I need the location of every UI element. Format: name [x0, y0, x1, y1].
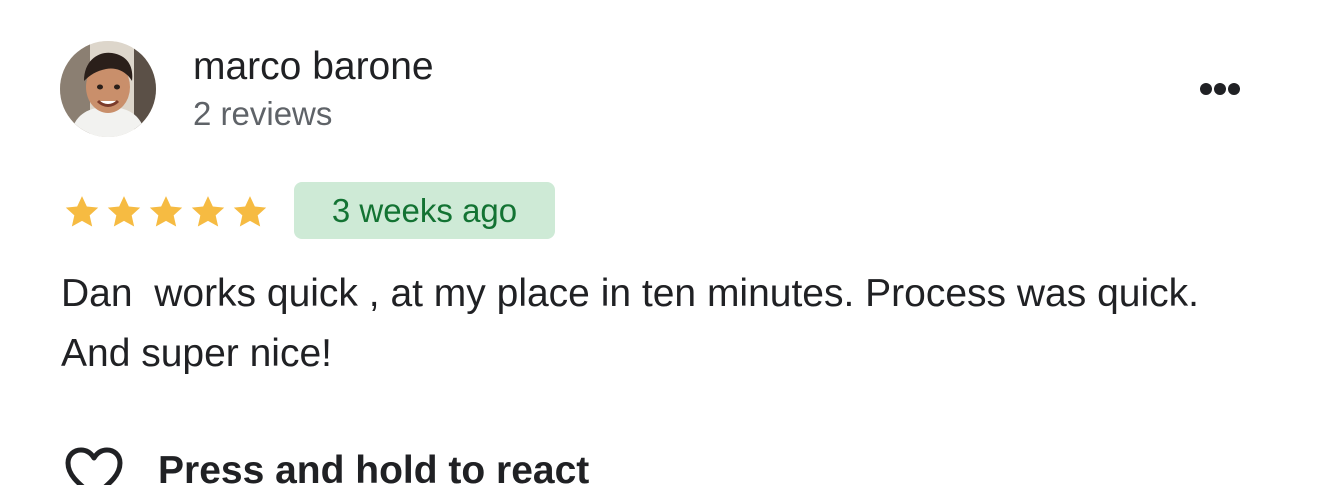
star-icon	[149, 196, 183, 227]
star-icon	[65, 196, 99, 227]
review-text: Dan works quick , at my place in ten min…	[61, 272, 1208, 375]
review-age-badge: 3 weeks ago	[294, 182, 555, 239]
reviewer-name[interactable]: marco barone	[193, 44, 434, 90]
review-age: 3 weeks ago	[331, 191, 518, 229]
more-options-button[interactable]	[1194, 74, 1256, 104]
react-button-label[interactable]: Press and hold to react	[158, 448, 589, 485]
star-icon	[233, 196, 267, 227]
avatar-photo	[60, 41, 156, 137]
heart-outline-icon[interactable]	[62, 446, 126, 485]
more-horizontal-icon	[1200, 83, 1240, 95]
star-icon	[191, 196, 225, 227]
star-icon	[107, 196, 141, 227]
review-card: marco barone 2 reviews 3 weeks ago Dan w…	[0, 0, 1320, 485]
avatar[interactable]	[60, 41, 156, 137]
review-count: 2 reviews	[193, 95, 333, 132]
star-rating	[61, 192, 271, 232]
